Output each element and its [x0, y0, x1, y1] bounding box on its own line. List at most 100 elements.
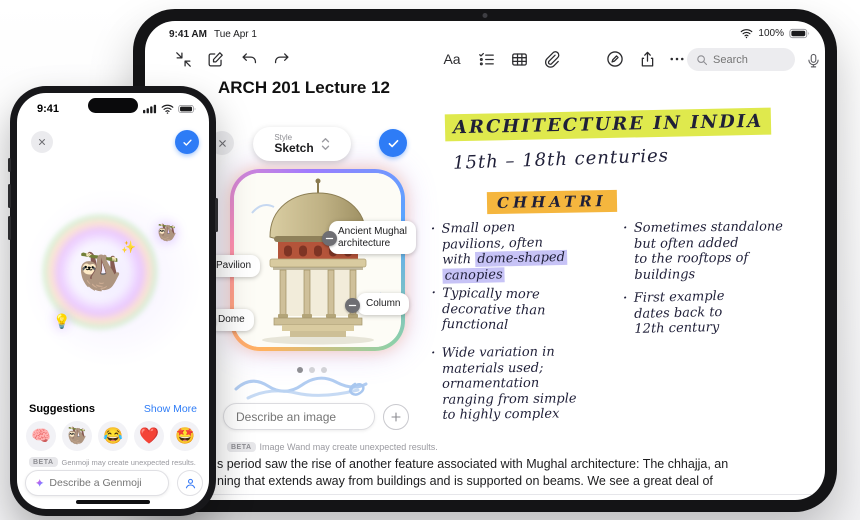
note-body-line: s period saw the rise of another feature…: [217, 457, 729, 471]
bullet-wide-variation: · Wide variation in materials used; orna…: [430, 342, 612, 423]
wifi-icon: [161, 104, 174, 114]
battery-icon: [789, 28, 809, 39]
person-genmoji-button[interactable]: [177, 470, 203, 496]
format-icon: Aa: [443, 51, 461, 67]
style-picker[interactable]: Style Sketch: [253, 127, 351, 161]
compose-button[interactable]: [203, 47, 227, 71]
emoji-suggestion[interactable]: ❤️: [134, 421, 164, 451]
sketch-strokes: [234, 376, 368, 400]
emoji-suggestion[interactable]: 🦥: [62, 421, 92, 451]
beta-text: Image Wand may create unexpected results…: [259, 442, 438, 452]
genmoji-description-field[interactable]: [25, 470, 169, 496]
image-wand-beta-notice: BETA Image Wand may create unexpected re…: [227, 442, 438, 452]
volume-up-button: [8, 184, 11, 208]
search-icon: [697, 54, 708, 65]
remove-tag-button[interactable]: [322, 231, 337, 246]
attachment-button[interactable]: [539, 47, 563, 71]
action-button: [8, 158, 11, 172]
add-image-prompt-button[interactable]: [383, 404, 409, 430]
bullet-small-open-pavilions: · Small open pavilions, often with dome-…: [430, 218, 603, 284]
battery-percent: 100%: [758, 28, 784, 39]
bullet-first-example: · First example dates back to 12th centu…: [622, 287, 813, 338]
tag-column[interactable]: Column: [357, 293, 410, 315]
person-icon: [185, 478, 195, 488]
share-icon: [641, 51, 653, 66]
checklist-button[interactable]: [474, 47, 498, 71]
handwritten-heading: ARCHITECTURE IN INDIA: [444, 107, 772, 142]
emoji-suggestion[interactable]: 🧠: [26, 421, 56, 451]
home-indicator[interactable]: [76, 500, 150, 504]
genmoji-thumbnail-lightbulb[interactable]: 💡: [53, 313, 70, 330]
image-wand-accept-button[interactable]: [379, 129, 407, 157]
close-icon: [39, 139, 45, 145]
table-button[interactable]: [507, 47, 531, 71]
tag-ancient-mughal-architecture[interactable]: Ancient Mughal architecture: [329, 221, 416, 254]
minus-icon: [348, 304, 357, 307]
bullet-text: First example dates back to 12th century: [633, 288, 725, 337]
ipad-status-right: 100%: [740, 28, 811, 39]
bullet-dot: ·: [430, 342, 436, 362]
genmoji-accept-button[interactable]: [175, 130, 199, 154]
image-description-input[interactable]: [224, 409, 374, 424]
collapse-icon: [175, 51, 191, 67]
bullet-text: Wide variation in materials used; orname…: [441, 344, 577, 423]
beta-badge: BETA: [227, 442, 256, 452]
status-date: Tue Apr 1: [213, 29, 257, 40]
paperclip-icon: [544, 50, 559, 68]
search-field[interactable]: [687, 48, 795, 71]
chevron-up-down-icon: [321, 138, 329, 150]
markup-pencil-icon: [607, 51, 623, 67]
genmoji-close-button[interactable]: [31, 131, 53, 153]
bullet-dot: ·: [622, 288, 628, 308]
checklist-icon: [478, 52, 494, 65]
apple-intelligence-icon: [35, 478, 44, 487]
minus-icon: [325, 237, 334, 240]
emoji-suggestion[interactable]: 🤩: [170, 421, 200, 451]
genmoji-description-input[interactable]: [49, 477, 160, 489]
ipad-screen: 9:41 AM Tue Apr 1 100% Aa Search ARCH 20…: [145, 21, 825, 500]
undo-icon: [242, 52, 256, 63]
redo-button[interactable]: [269, 47, 293, 71]
dictation-button[interactable]: [801, 48, 825, 72]
emoji-suggestions-row: 🧠 🦥 😂 ❤️ 🤩: [17, 421, 209, 451]
remove-tag-button[interactable]: [345, 298, 360, 313]
front-camera: [482, 13, 488, 18]
genmoji-thumbnail-sloth[interactable]: 🦥: [157, 223, 177, 243]
checkmark-icon: [388, 139, 398, 147]
handwritten-section-heading: CHHATRI: [486, 189, 617, 215]
volume-down-button: [8, 216, 11, 240]
table-icon: [511, 52, 527, 66]
search-input[interactable]: [713, 53, 785, 66]
sparkle-icon: ✨: [121, 240, 136, 254]
redo-icon: [274, 52, 288, 63]
microphone-icon: [807, 53, 819, 67]
compose-icon: [208, 51, 223, 66]
suggestions-label: Suggestions: [29, 403, 96, 415]
bullet-dot: ·: [622, 217, 628, 237]
bullet-dot: ·: [431, 282, 437, 302]
more-button[interactable]: [665, 47, 689, 71]
collapse-button[interactable]: [171, 47, 195, 71]
beta-badge: BETA: [29, 457, 58, 467]
image-description-field[interactable]: [223, 403, 375, 430]
undo-button[interactable]: [237, 47, 261, 71]
show-more-link[interactable]: Show More: [144, 403, 197, 415]
status-time: 9:41: [37, 103, 60, 115]
iphone-screen: 9:41 🦥 ✨ 🦥 💡 Suggestions Show More 🧠 🦥 😂…: [17, 93, 209, 509]
share-button[interactable]: [635, 47, 659, 71]
cellular-signal-icon: [143, 104, 157, 114]
bullet-typically-decorative: · Typically more decorative than functio…: [431, 282, 604, 335]
close-icon: [218, 139, 226, 147]
ipad-device: 9:41 AM Tue Apr 1 100% Aa Search ARCH 20…: [133, 9, 837, 512]
format-button[interactable]: Aa: [440, 47, 464, 71]
markup-button[interactable]: [603, 47, 627, 71]
ellipsis-icon: [670, 57, 684, 61]
iphone-status-icons: [143, 104, 197, 114]
divider: [145, 494, 825, 495]
genmoji-beta-notice: BETA Genmoji may create unexpected resul…: [29, 457, 196, 467]
iphone-device: 9:41 🦥 ✨ 🦥 💡 Suggestions Show More 🧠 🦥 😂…: [8, 86, 218, 516]
emoji-suggestion[interactable]: 😂: [98, 421, 128, 451]
plus-icon: [391, 412, 401, 422]
stage: 9:41 AM Tue Apr 1 100% Aa Search ARCH 20…: [0, 0, 860, 520]
dynamic-island: [88, 98, 138, 113]
